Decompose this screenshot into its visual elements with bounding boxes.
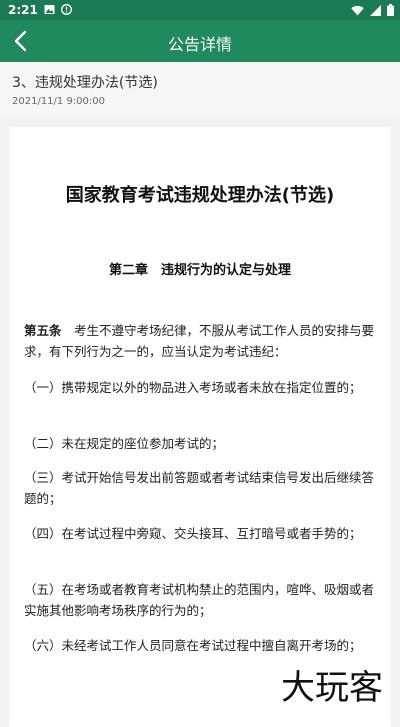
status-bar: 2:21 (0, 0, 400, 20)
svg-text:大玩客: 大玩客 (281, 668, 383, 707)
list-item: （六）未经考试工作人员同意在考试过程中擅自离开考场的； (24, 635, 376, 656)
battery-icon (387, 4, 394, 16)
wifi-icon (351, 5, 364, 16)
notice-date: 2021/11/1 9:00:00 (12, 96, 105, 107)
list-item: （三）考试开始信号发出前答题或者考试结束信号发出后继续答题的； (24, 467, 376, 509)
notice-header: 3、违规处理办法(节选) 2021/11/1 9:00:00 (0, 62, 400, 118)
list-item: （五）在考场或者教育考试机构禁止的范围内，喧哗、吸烟或者实施其他影响考场秩序的行… (24, 579, 376, 621)
article-paragraph: 第五条 考生不遵守考场纪律，不服从考试工作人员的安排与要求，有下列行为之一的，应… (24, 320, 376, 362)
image-notification-icon (44, 4, 55, 15)
list-item: （四）在考试过程中旁窥、交头接耳、互打暗号或者手势的； (24, 523, 376, 544)
alert-notification-icon (61, 4, 72, 15)
article-label: 第五条 (24, 323, 62, 338)
status-time: 2:21 (8, 3, 38, 17)
app-bar: 公告详情 (0, 20, 400, 62)
list-item: （一）携带规定以外的物品进入考场或者未放在指定位置的； (24, 377, 376, 398)
chapter-heading: 第二章 违规行为的认定与处理 (9, 259, 391, 278)
list-item: （二）未在规定的座位参加考试的； (24, 433, 376, 454)
article-text: 考生不遵守考场纪律，不服从考试工作人员的安排与要求，有下列行为之一的，应当认定为… (24, 323, 374, 359)
signal-icon (370, 5, 381, 16)
document-title: 国家教育考试违规处理办法(节选) (9, 181, 391, 207)
document-card: 国家教育考试违规处理办法(节选) 第二章 违规行为的认定与处理 第五条 考生不遵… (9, 127, 391, 727)
notice-title: 3、违规处理办法(节选) (12, 72, 158, 92)
watermark-logo: 大玩客 (272, 663, 392, 707)
page-title: 公告详情 (0, 31, 400, 55)
